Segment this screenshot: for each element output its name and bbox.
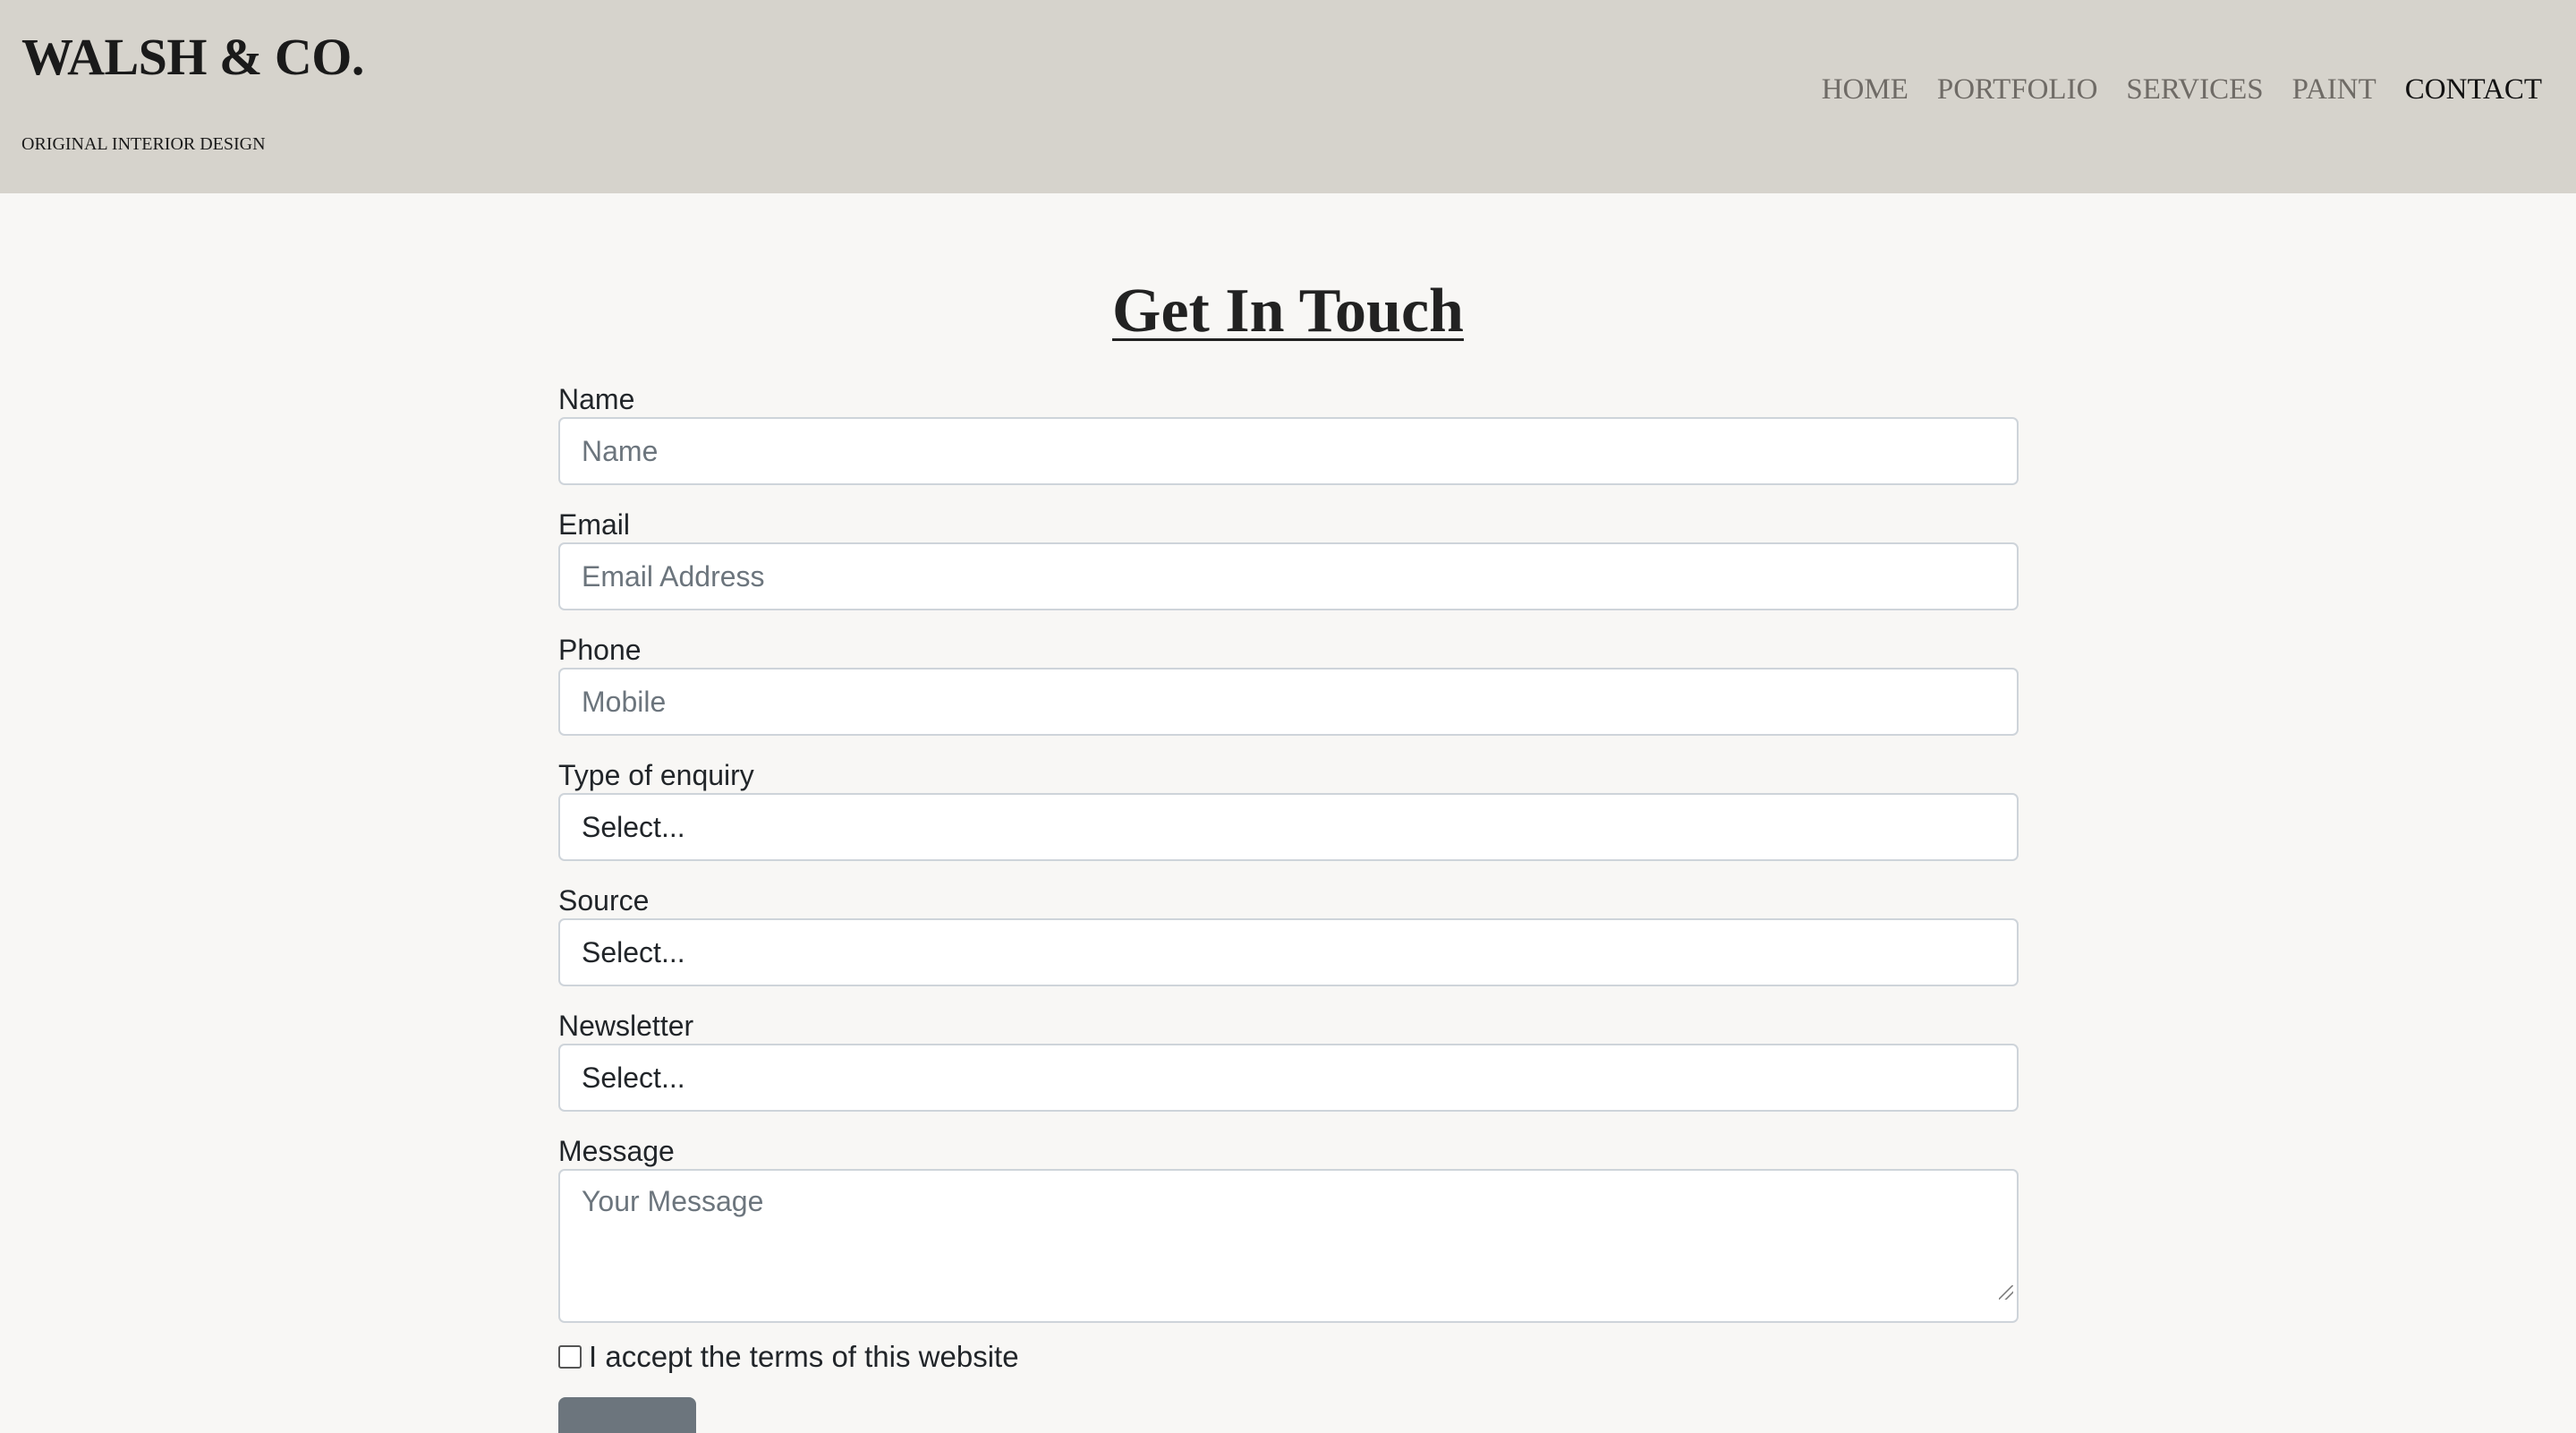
nav-contact[interactable]: CONTACT xyxy=(2405,73,2542,107)
email-input[interactable] xyxy=(558,542,2019,610)
source-label: Source xyxy=(558,884,650,917)
email-label: Email xyxy=(558,508,631,541)
phone-label: Phone xyxy=(558,634,642,666)
terms-label: I accept the terms of this website xyxy=(589,1340,1019,1373)
source-select[interactable]: Select... xyxy=(558,918,2019,986)
page-title: Get In Touch xyxy=(1112,277,1464,345)
brand-logo[interactable]: WALSH & CO. xyxy=(21,27,364,87)
name-input[interactable] xyxy=(558,417,2019,485)
brand-tagline: ORIGINAL INTERIOR DESIGN xyxy=(21,134,266,154)
nav-paint[interactable]: PAINT xyxy=(2292,73,2376,107)
enquiry-select[interactable]: Select... xyxy=(558,793,2019,861)
terms-row: I accept the terms of this website xyxy=(558,1339,2019,1375)
message-wrapper xyxy=(558,1169,2019,1323)
name-label: Name xyxy=(558,383,635,415)
message-label: Message xyxy=(558,1135,675,1167)
nav-home[interactable]: HOME xyxy=(1822,73,1909,107)
enquiry-selected-value: Select... xyxy=(582,810,685,843)
site-header: WALSH & CO. ORIGINAL INTERIOR DESIGN HOM… xyxy=(0,0,2576,193)
nav-portfolio[interactable]: PORTFOLIO xyxy=(1937,73,2098,107)
newsletter-label: Newsletter xyxy=(558,1010,694,1042)
submit-button[interactable] xyxy=(558,1397,696,1433)
phone-input[interactable] xyxy=(558,668,2019,736)
enquiry-label: Type of enquiry xyxy=(558,759,754,791)
newsletter-selected-value: Select... xyxy=(582,1061,685,1094)
main-nav: HOME PORTFOLIO SERVICES PAINT CONTACT xyxy=(1822,73,2542,107)
source-selected-value: Select... xyxy=(582,935,685,968)
terms-checkbox[interactable] xyxy=(558,1345,582,1369)
resize-grip-icon[interactable] xyxy=(1999,1285,2013,1300)
newsletter-select[interactable]: Select... xyxy=(558,1044,2019,1112)
contact-form: Name Email Phone Type of enquiry Select.… xyxy=(558,381,2019,1375)
message-textarea[interactable] xyxy=(558,1169,2019,1323)
nav-services[interactable]: SERVICES xyxy=(2126,73,2263,107)
